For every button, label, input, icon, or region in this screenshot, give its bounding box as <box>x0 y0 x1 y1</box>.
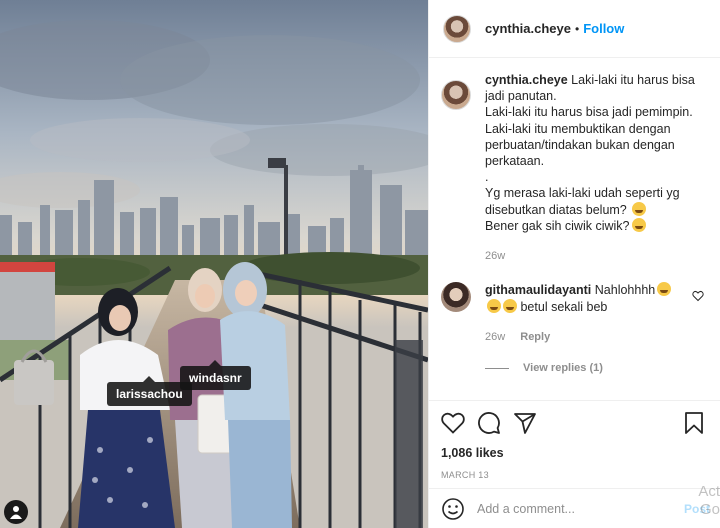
likes-count[interactable]: 1,086 likes <box>441 446 708 460</box>
comment-body: githamaulidayanti Nahlohhhh betul sekali… <box>485 282 695 346</box>
scream-emoji-icon <box>503 299 517 314</box>
comment-meta: 26w Reply <box>485 329 695 346</box>
post-photo[interactable]: windasnr larissachou <box>0 0 428 528</box>
emoji-icon[interactable] <box>441 497 465 521</box>
caption-avatar[interactable] <box>441 80 471 110</box>
comment-text: betul sekali beb <box>520 300 608 315</box>
reply-button[interactable]: Reply <box>520 331 550 343</box>
caption-age: 26w <box>485 250 506 263</box>
grin-emoji-icon <box>632 201 647 216</box>
post-side-panel: cynthia.cheye • Follow cynthia.cheye Lak… <box>428 0 720 528</box>
heart-icon[interactable] <box>441 412 465 434</box>
action-icons <box>441 411 708 435</box>
commenter-username[interactable]: githamaulidayanti <box>485 283 591 297</box>
view-replies-link[interactable]: View replies (1) <box>485 362 710 374</box>
follow-button[interactable]: Follow <box>583 21 624 36</box>
caption-line: . <box>485 170 489 185</box>
view-replies-label: View replies (1) <box>523 362 603 375</box>
photo-scene <box>0 0 428 528</box>
share-icon[interactable] <box>513 411 537 435</box>
author-avatar[interactable] <box>443 14 471 43</box>
separator-dot: • <box>575 21 580 36</box>
view-replies-bar <box>485 367 509 369</box>
post-comment-button[interactable]: Post <box>684 502 710 516</box>
add-comment-input[interactable]: Add a comment... <box>477 502 575 516</box>
comment-age: 26w <box>485 331 506 344</box>
caption-line: Laki-laki itu harus bisa <box>571 73 695 87</box>
caption-line: Laki-laki itu membuktikan dengan <box>485 121 671 136</box>
caption-body: cynthia.cheye Laki-laki itu harus bisa j… <box>485 72 695 264</box>
caption-line: perkataan. <box>485 154 545 169</box>
photo-tag-larissachou[interactable]: larissachou <box>107 376 192 406</box>
user-tag-icon[interactable] <box>4 500 28 524</box>
comments-section: cynthia.cheye Laki-laki itu harus bisa j… <box>441 72 710 374</box>
comment-icon[interactable] <box>477 411 501 435</box>
bookmark-icon[interactable] <box>684 411 704 435</box>
comment: githamaulidayanti Nahlohhhh betul sekali… <box>441 282 710 346</box>
caption-line: Bener gak sih ciwik ciwik? <box>485 218 630 233</box>
commenter-avatar[interactable] <box>441 282 471 313</box>
comment-like-heart-icon[interactable] <box>692 290 704 302</box>
smile-emoji-icon <box>631 217 646 232</box>
post-date: MARCH 13 <box>441 470 489 480</box>
caption-line: Laki-laki itu harus bisa jadi pemimpin. <box>485 105 693 120</box>
comment-text: Nahlohhhh <box>594 283 656 298</box>
caption-username[interactable]: cynthia.cheye <box>485 73 568 87</box>
post-actions: 1,086 likes MARCH 13 <box>429 400 720 480</box>
add-comment-bar: Add a comment... Post <box>429 488 720 528</box>
caption-line: Yg merasa laki-laki udah seperti yg <box>485 186 680 201</box>
author-username[interactable]: cynthia.cheye <box>485 21 571 36</box>
caption-line: disebutkan diatas belum? <box>485 202 627 217</box>
scream-emoji-icon <box>487 299 501 314</box>
caption: cynthia.cheye Laki-laki itu harus bisa j… <box>441 72 710 264</box>
caption-line: jadi panutan. <box>485 89 557 104</box>
scream-emoji-icon <box>657 282 672 297</box>
post-header: cynthia.cheye • Follow <box>429 0 720 58</box>
caption-line: perbuatan/tindakan bukan dengan <box>485 137 675 152</box>
